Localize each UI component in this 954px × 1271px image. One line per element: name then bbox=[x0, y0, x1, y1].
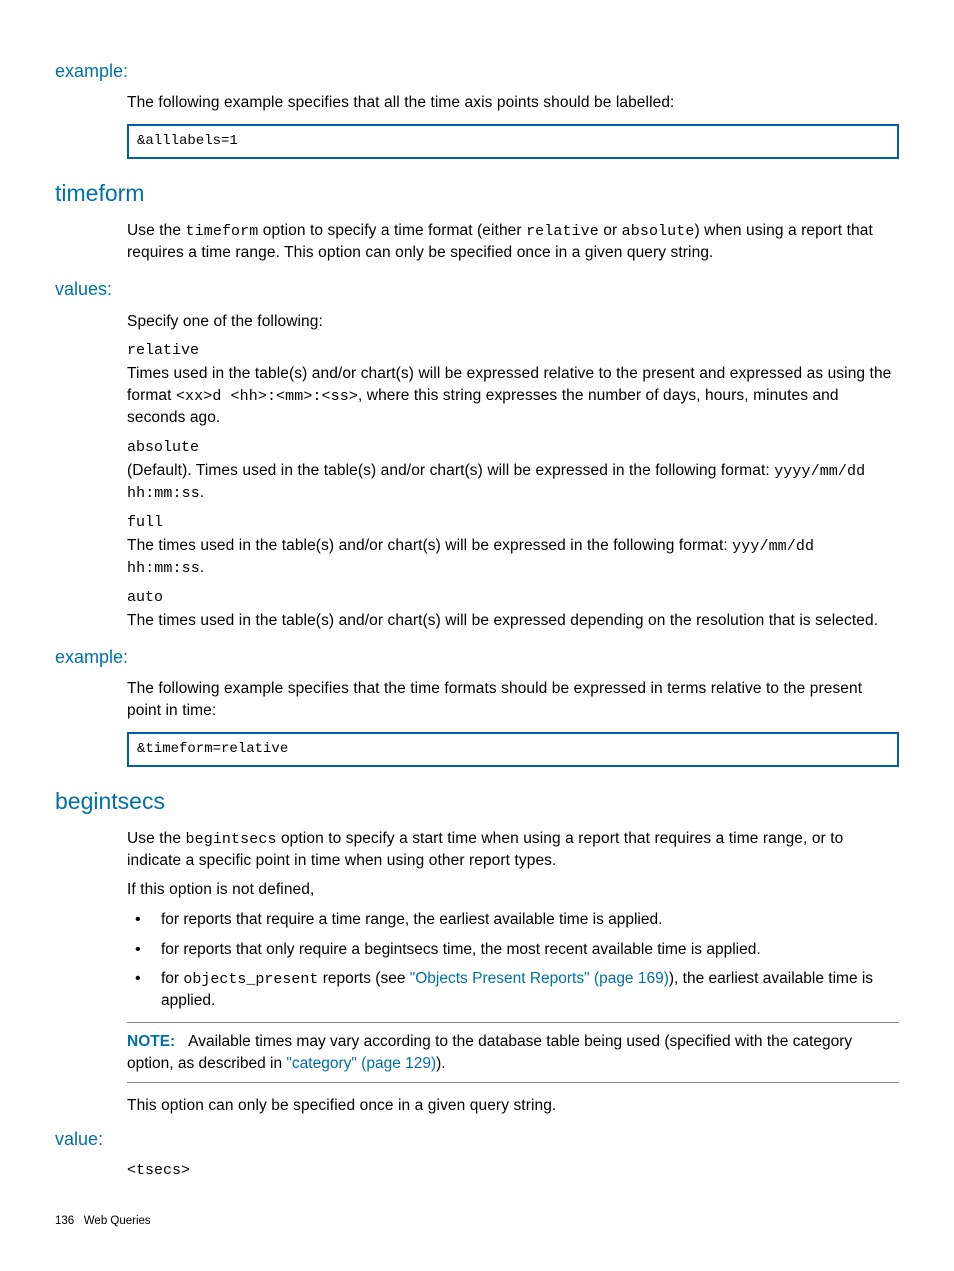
note-label: NOTE: bbox=[127, 1033, 175, 1050]
term-relative: relative bbox=[127, 340, 899, 361]
text-fragment: . bbox=[200, 559, 204, 576]
link-category[interactable]: "category" (page 129) bbox=[286, 1055, 436, 1072]
list-item: for objects_present reports (see "Object… bbox=[127, 968, 899, 1012]
inline-code-format-relative: <xx>d <hh>:<mm>:<ss> bbox=[176, 388, 358, 405]
inline-code-begintsecs: begintsecs bbox=[186, 831, 277, 848]
inline-code-objects-present: objects_present bbox=[183, 971, 318, 988]
text-fragment: Use the bbox=[127, 830, 186, 847]
inline-code-relative: relative bbox=[526, 223, 599, 240]
text-fragment: (Default). Times used in the table(s) an… bbox=[127, 462, 774, 479]
text-fragment: for bbox=[161, 970, 183, 987]
note-text-pre: Available times may vary according to th… bbox=[127, 1033, 852, 1072]
heading-value: value: bbox=[55, 1127, 899, 1152]
note-text-post: ). bbox=[436, 1055, 445, 1072]
text-fragment: option to specify a time format (either bbox=[258, 222, 526, 239]
bullet-list: for reports that require a time range, t… bbox=[127, 909, 899, 1012]
heading-example-1: example: bbox=[55, 59, 899, 84]
text-fragment: Use the bbox=[127, 222, 186, 239]
para-begintsecs-2: If this option is not defined, bbox=[127, 879, 899, 901]
desc-full: The times used in the table(s) and/or ch… bbox=[127, 535, 899, 579]
page-footer: 136 Web Queries bbox=[55, 1213, 899, 1229]
page-number: 136 bbox=[55, 1215, 74, 1227]
desc-absolute: (Default). Times used in the table(s) an… bbox=[127, 460, 899, 504]
heading-begintsecs: begintsecs bbox=[55, 785, 899, 817]
heading-values: values: bbox=[55, 277, 899, 302]
footer-title: Web Queries bbox=[84, 1215, 151, 1227]
codebox-alllabels: &alllabels=1 bbox=[127, 124, 899, 160]
list-item: for reports that only require a begintse… bbox=[127, 939, 899, 961]
text-fragment: reports (see bbox=[318, 970, 409, 987]
term-tsecs: <tsecs> bbox=[127, 1160, 899, 1181]
desc-auto: The times used in the table(s) and/or ch… bbox=[127, 610, 899, 632]
heading-timeform: timeform bbox=[55, 177, 899, 209]
link-objects-present-reports[interactable]: "Objects Present Reports" (page 169) bbox=[410, 970, 669, 987]
para-values-intro: Specify one of the following: bbox=[127, 311, 899, 333]
term-full: full bbox=[127, 512, 899, 533]
para-example-2: The following example specifies that the… bbox=[127, 678, 899, 721]
inline-code-absolute: absolute bbox=[622, 223, 695, 240]
para-begintsecs-1: Use the begintsecs option to specify a s… bbox=[127, 828, 899, 872]
para-example-1: The following example specifies that all… bbox=[127, 92, 899, 114]
term-absolute: absolute bbox=[127, 437, 899, 458]
heading-example-2: example: bbox=[55, 645, 899, 670]
text-fragment: or bbox=[599, 222, 622, 239]
text-fragment: The times used in the table(s) and/or ch… bbox=[127, 537, 732, 554]
para-begintsecs-3: This option can only be specified once i… bbox=[127, 1095, 899, 1117]
desc-relative: Times used in the table(s) and/or chart(… bbox=[127, 363, 899, 428]
text-fragment: . bbox=[200, 484, 204, 501]
inline-code-timeform: timeform bbox=[186, 223, 259, 240]
codebox-timeform: &timeform=relative bbox=[127, 732, 899, 768]
term-auto: auto bbox=[127, 587, 899, 608]
note-box: NOTE: Available times may vary according… bbox=[127, 1022, 899, 1083]
list-item: for reports that require a time range, t… bbox=[127, 909, 899, 931]
para-timeform-intro: Use the timeform option to specify a tim… bbox=[127, 220, 899, 264]
